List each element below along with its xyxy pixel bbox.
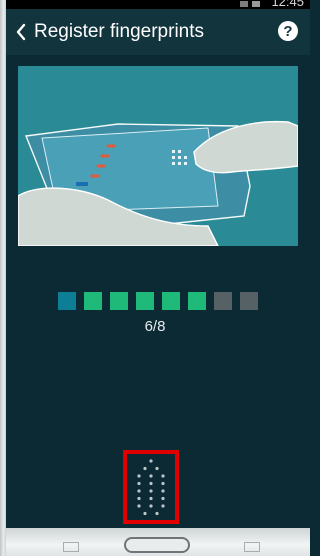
status-bar: 12:45 <box>6 0 310 9</box>
fingerprint-scan-area[interactable] <box>123 450 179 524</box>
registration-progress <box>58 292 258 310</box>
phone-bezel <box>0 0 6 556</box>
action-bar: Register fingerprints ? <box>6 9 310 55</box>
status-time: 12:45 <box>271 0 304 9</box>
progress-text: 6/8 <box>144 318 166 335</box>
progress-segment <box>58 292 76 310</box>
chevron-left-icon[interactable] <box>10 9 32 55</box>
progress-segment <box>84 292 102 310</box>
battery-icon <box>252 1 260 7</box>
progress-segment <box>162 292 180 310</box>
signal-icon <box>240 1 248 7</box>
fingerprint-swipe-illustration <box>18 66 298 246</box>
home-button[interactable] <box>124 537 190 553</box>
progress-segment <box>136 292 154 310</box>
progress-segment <box>214 292 232 310</box>
navigation-bar <box>6 528 310 556</box>
progress-segment <box>188 292 206 310</box>
progress-segment <box>240 292 258 310</box>
recent-apps-icon[interactable] <box>63 542 79 552</box>
page-title: Register fingerprints <box>34 21 205 42</box>
help-icon[interactable]: ? <box>278 21 298 41</box>
sensor-dots-icon <box>137 459 165 516</box>
back-key-icon[interactable] <box>244 542 260 552</box>
progress-segment <box>110 292 128 310</box>
